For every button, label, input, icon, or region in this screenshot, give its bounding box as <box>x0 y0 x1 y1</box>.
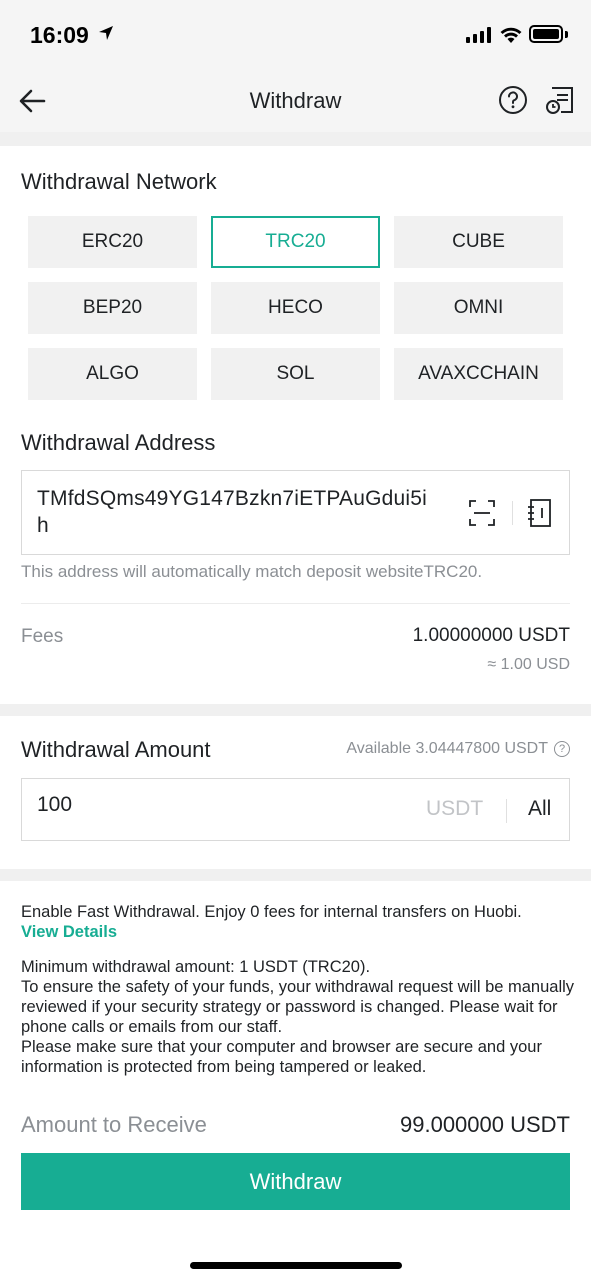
safety-note: To ensure the safety of your funds, your… <box>21 978 575 1036</box>
network-option-heco[interactable]: HECO <box>211 282 380 334</box>
network-option-omni[interactable]: OMNI <box>394 282 563 334</box>
address-value[interactable]: TMfdSQms49YG147Bzkn7iETPAuGdui5ih <box>37 485 437 539</box>
withdraw-button[interactable]: Withdraw <box>21 1153 570 1210</box>
available-balance-text: Available 3.04447800 USDT <box>346 740 548 757</box>
network-option-cube[interactable]: CUBE <box>394 216 563 268</box>
amount-separator <box>506 799 507 823</box>
withdrawal-notes: Minimum withdrawal amount: 1 USDT (TRC20… <box>21 957 576 1077</box>
security-note: Please make sure that your computer and … <box>21 1038 542 1076</box>
available-balance: Available 3.04447800 USDT ? <box>346 740 570 758</box>
status-time: 16:09 <box>30 22 89 48</box>
network-option-avaxcchain[interactable]: AVAXCCHAIN <box>394 348 563 400</box>
view-details-link[interactable]: View Details <box>21 922 576 942</box>
amount-field[interactable]: USDT All <box>21 778 570 841</box>
available-info-icon[interactable]: ? <box>554 741 570 757</box>
all-button[interactable]: All <box>528 797 551 821</box>
network-option-trc20[interactable]: TRC20 <box>211 216 380 268</box>
fees-label: Fees <box>21 626 64 647</box>
network-option-erc20[interactable]: ERC20 <box>28 216 197 268</box>
address-icon-separator <box>512 501 513 525</box>
network-option-bep20[interactable]: BEP20 <box>28 282 197 334</box>
amount-input[interactable] <box>37 793 337 817</box>
wifi-icon <box>500 27 522 43</box>
network-option-sol[interactable]: SOL <box>211 348 380 400</box>
fast-withdrawal-text: Enable Fast Withdrawal. Enjoy 0 fees for… <box>21 903 522 921</box>
network-section-title: Withdrawal Network <box>21 169 217 194</box>
nav-bar: Withdraw <box>0 70 591 132</box>
fees-divider <box>21 603 570 604</box>
battery-icon <box>529 25 563 43</box>
amount-to-receive-label: Amount to Receive <box>21 1112 207 1137</box>
fast-withdrawal-note: Enable Fast Withdrawal. Enjoy 0 fees for… <box>21 902 576 942</box>
amount-unit: USDT <box>426 797 484 820</box>
address-book-icon[interactable] <box>528 499 552 527</box>
section-divider <box>0 869 591 881</box>
fees-value: 1.00000000 USDT <box>412 625 570 646</box>
section-divider <box>0 704 591 716</box>
withdrawal-record-icon[interactable] <box>544 84 576 116</box>
amount-to-receive-value: 99.000000 USDT <box>400 1112 570 1137</box>
status-bar: 16:09 <box>0 0 591 70</box>
scan-icon[interactable] <box>469 500 495 526</box>
network-option-algo[interactable]: ALGO <box>28 348 197 400</box>
help-icon[interactable] <box>498 85 528 115</box>
address-hint: This address will automatically match de… <box>21 562 483 581</box>
battery-tip <box>565 31 568 38</box>
address-field[interactable]: TMfdSQms49YG147Bzkn7iETPAuGdui5ih <box>21 470 570 555</box>
section-divider <box>0 132 591 146</box>
address-section-title: Withdrawal Address <box>21 430 216 455</box>
home-indicator[interactable] <box>190 1262 402 1269</box>
location-arrow-icon <box>99 26 113 40</box>
amount-section-title: Withdrawal Amount <box>21 737 211 762</box>
minimum-amount-note: Minimum withdrawal amount: 1 USDT (TRC20… <box>21 958 371 976</box>
cellular-signal-icon <box>466 27 491 43</box>
fees-usd-approx: ≈ 1.00 USD <box>487 656 570 673</box>
